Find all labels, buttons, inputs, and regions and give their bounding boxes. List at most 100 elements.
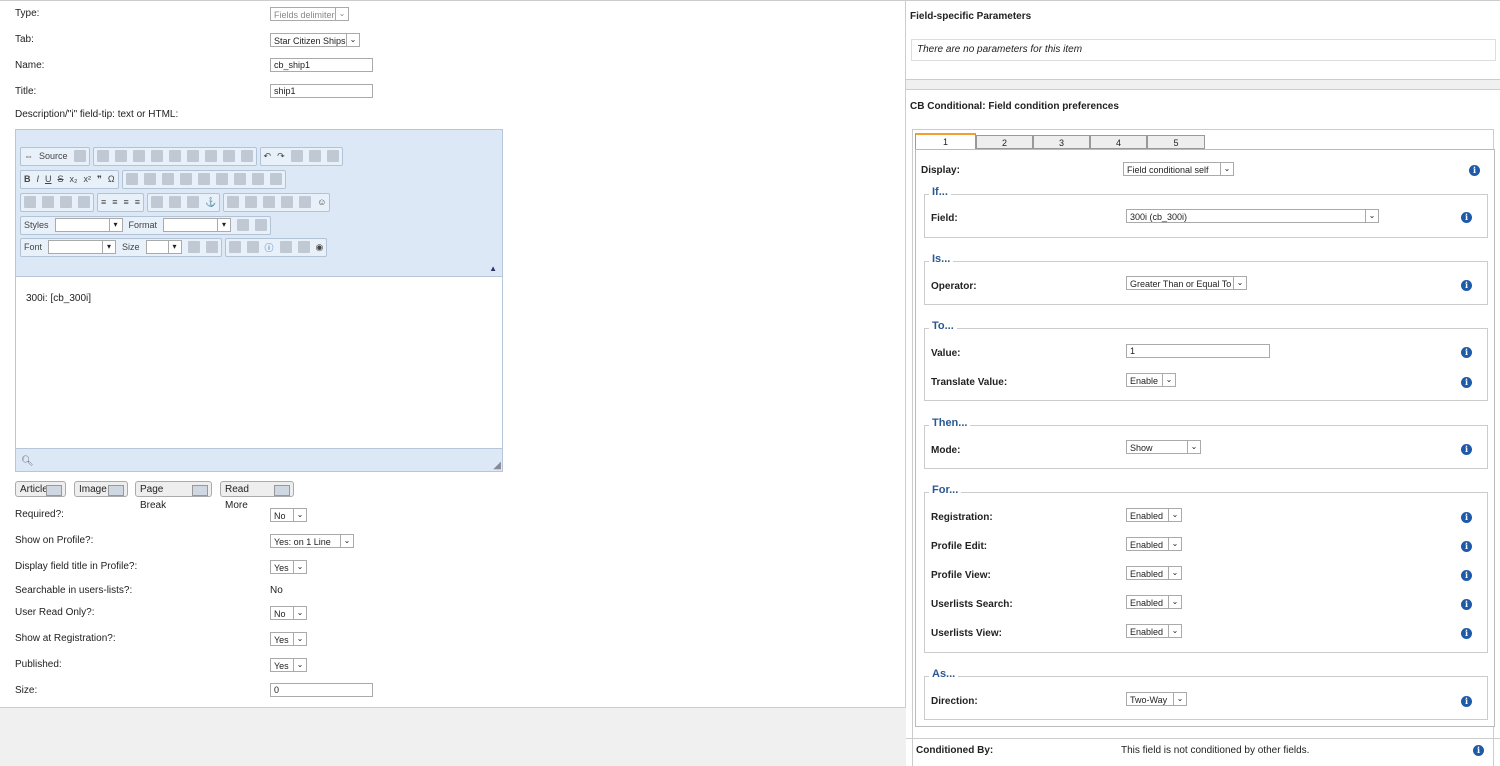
image-insert-icon[interactable] — [227, 196, 240, 208]
for-userlists-view-select[interactable]: Enabled ⌄ — [1126, 624, 1182, 638]
checkbox-icon[interactable] — [143, 173, 156, 185]
size-select[interactable]: ▾ — [145, 240, 182, 254]
value-input[interactable]: 1 — [1126, 344, 1270, 358]
direction-select[interactable]: Two-Way ⌄ — [1126, 692, 1187, 706]
collapse-toolbar-icon[interactable]: ▲ — [489, 264, 497, 273]
outdent-icon[interactable] — [60, 196, 72, 208]
published-select[interactable]: Yes ⌄ — [270, 658, 307, 672]
find-replace-icon[interactable] — [237, 219, 250, 231]
button-icon[interactable] — [233, 173, 246, 185]
conditioned-info-icon[interactable]: i — [1473, 745, 1484, 756]
title-input[interactable]: ship1 — [270, 84, 373, 98]
profile-edit-info-icon[interactable]: i — [1461, 541, 1472, 552]
tab-4[interactable]: 4 — [1090, 135, 1147, 149]
hrule-icon[interactable] — [281, 196, 294, 208]
redo-icon[interactable]: ↷ — [277, 151, 285, 162]
source-button[interactable]: Source — [39, 151, 68, 161]
direction-info-icon[interactable]: i — [1461, 696, 1472, 707]
zoom-icon[interactable] — [255, 219, 268, 231]
hiddenfield-icon[interactable] — [269, 173, 282, 185]
editor-content-area[interactable]: 300i: [cb_300i] — [16, 276, 502, 449]
quote-icon[interactable]: ❞ — [97, 174, 102, 185]
eraser-icon[interactable] — [290, 150, 303, 162]
flash-icon[interactable] — [245, 196, 258, 208]
strike-icon[interactable]: S — [58, 174, 64, 184]
format-select[interactable]: ▾ — [163, 218, 232, 232]
mode-select[interactable]: Show ⌄ — [1126, 440, 1201, 454]
article-button[interactable]: Article — [15, 481, 66, 497]
align-right-icon[interactable]: ≡ — [124, 197, 129, 207]
maximize-icon[interactable] — [297, 241, 310, 253]
element-path-icon[interactable]: 🔍︎ — [21, 456, 34, 467]
table-icon[interactable] — [263, 196, 276, 208]
tab-2[interactable]: 2 — [976, 135, 1033, 149]
align-left-icon[interactable]: ≡ — [101, 197, 106, 207]
select-icon[interactable] — [215, 173, 228, 185]
numbered-list-icon[interactable] — [24, 196, 36, 208]
display-select[interactable]: Field conditional self ⌄ — [1123, 162, 1234, 176]
for-userlists-search-select[interactable]: Enabled ⌄ — [1126, 595, 1182, 609]
replace-icon[interactable] — [326, 150, 339, 162]
image-icon[interactable] — [151, 196, 164, 208]
styles-select[interactable]: ▾ — [54, 218, 123, 232]
indent-icon[interactable] — [78, 196, 90, 208]
resize-handle-icon[interactable]: ◢ — [493, 460, 501, 471]
textfield-icon[interactable] — [179, 173, 192, 185]
copy-icon[interactable] — [114, 150, 127, 162]
omega-icon[interactable]: Ω — [108, 174, 115, 184]
template-icon[interactable] — [246, 241, 259, 253]
pagebreak-icon[interactable] — [299, 196, 312, 208]
bulleted-list-icon[interactable] — [42, 196, 54, 208]
preview-icon[interactable] — [279, 241, 292, 253]
userlists-view-info-icon[interactable]: i — [1461, 628, 1472, 639]
undo-icon[interactable]: ↶ — [264, 151, 272, 162]
paste-text-icon[interactable] — [150, 150, 163, 162]
imagebutton-icon[interactable] — [251, 173, 264, 185]
form-icon[interactable] — [125, 173, 138, 185]
align-center-icon[interactable]: ≡ — [112, 197, 117, 207]
text-color-icon[interactable] — [187, 241, 200, 253]
value-info-icon[interactable]: i — [1461, 347, 1472, 358]
page-break-button[interactable]: Page Break — [135, 481, 212, 511]
underline-icon[interactable]: U — [45, 174, 52, 184]
translate-info-icon[interactable]: i — [1461, 377, 1472, 388]
size-input[interactable]: 0 — [270, 683, 373, 697]
show-registration-select[interactable]: Yes ⌄ — [270, 632, 307, 646]
find-icon[interactable] — [308, 150, 321, 162]
profile-view-info-icon[interactable]: i — [1461, 570, 1472, 581]
font-select[interactable]: ▾ — [48, 240, 117, 254]
block-icon[interactable] — [228, 241, 241, 253]
textarea-icon[interactable] — [197, 173, 210, 185]
tab-3[interactable]: 3 — [1033, 135, 1090, 149]
tab-5[interactable]: 5 — [1147, 135, 1205, 149]
superscript-icon[interactable]: x² — [84, 174, 92, 184]
bg-color-icon[interactable] — [205, 241, 218, 253]
display-title-select[interactable]: Yes ⌄ — [270, 560, 307, 574]
registration-info-icon[interactable]: i — [1461, 512, 1472, 523]
field-select[interactable]: 300i (cb_300i) ⌄ — [1126, 209, 1379, 223]
spellcheck-icon[interactable] — [222, 150, 235, 162]
unlink-icon[interactable] — [187, 196, 200, 208]
type-select[interactable]: Fields delimiter ⌄ — [270, 7, 349, 21]
operator-select[interactable]: Greater Than or Equal To ⌄ — [1126, 276, 1247, 290]
print-icon[interactable] — [204, 150, 217, 162]
for-registration-select[interactable]: Enabled ⌄ — [1126, 508, 1182, 522]
justify-icon[interactable]: ≡ — [135, 197, 140, 207]
field-info-icon[interactable]: i — [1461, 212, 1472, 223]
paste-icon[interactable] — [132, 150, 145, 162]
read-more-button[interactable]: Read More — [220, 481, 294, 511]
tab-1[interactable]: 1 — [915, 133, 976, 149]
name-input[interactable]: cb_ship1 — [270, 58, 373, 72]
for-profile-edit-select[interactable]: Enabled ⌄ — [1126, 537, 1182, 551]
smiley-icon[interactable]: ☺ — [317, 197, 326, 207]
select-all-icon[interactable] — [186, 150, 199, 162]
bold-icon[interactable]: B — [24, 174, 31, 184]
userlists-search-info-icon[interactable]: i — [1461, 599, 1472, 610]
for-profile-view-select[interactable]: Enabled ⌄ — [1126, 566, 1182, 580]
about-icon[interactable]: ⓘ — [265, 241, 274, 254]
plugin-icon[interactable]: ◉ — [316, 242, 324, 253]
save-icon[interactable] — [73, 150, 86, 162]
link-icon[interactable] — [169, 196, 182, 208]
italic-icon[interactable]: I — [37, 174, 40, 184]
radio-icon[interactable] — [161, 173, 174, 185]
